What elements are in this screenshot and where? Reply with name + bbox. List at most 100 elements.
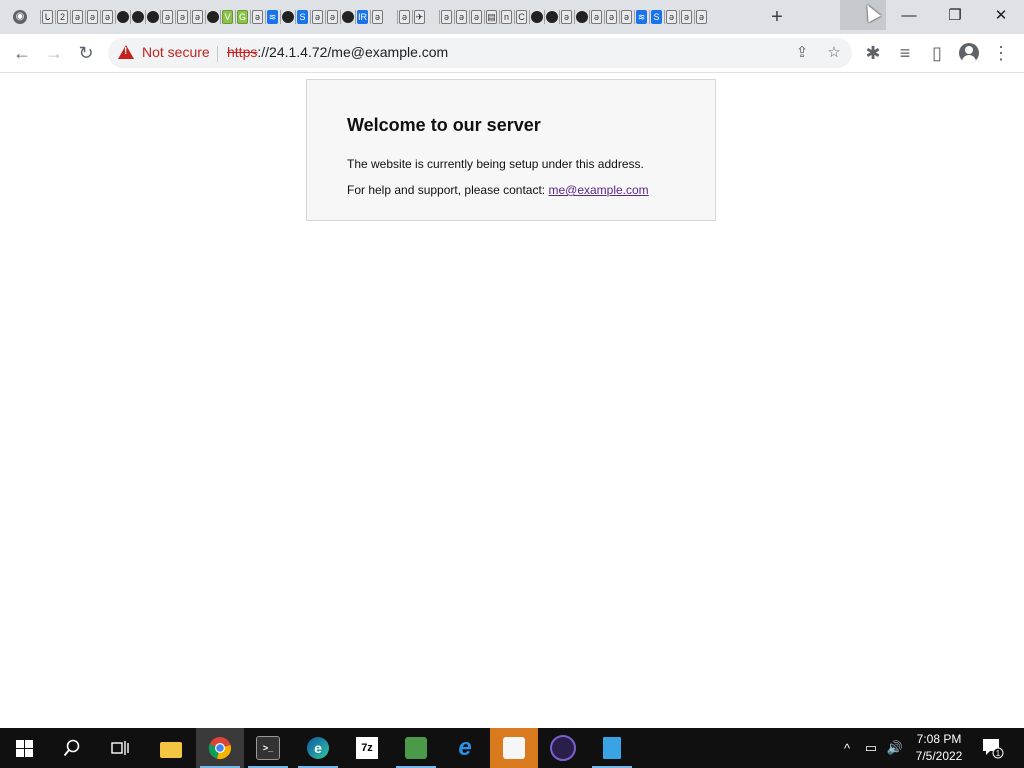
browser-tab[interactable]: G [235, 0, 250, 34]
browser-tab[interactable]: ə [100, 0, 115, 34]
puzzle-icon[interactable]: ✱ [858, 38, 888, 68]
volume-icon[interactable]: 🔊 [884, 728, 906, 768]
address-bar[interactable]: ! Not secure https://24.1.4.72/me@exampl… [108, 38, 852, 68]
media-control-icon[interactable]: ≡ [890, 38, 920, 68]
browser-tab[interactable] [574, 0, 589, 34]
clock-date: 7/5/2022 [915, 749, 963, 763]
tab-favicon-icon: ə [681, 10, 692, 24]
browser-tab[interactable]: 2 [55, 0, 70, 34]
browser-tab[interactable]: ə [664, 0, 679, 34]
network-icon[interactable]: ▭ [860, 728, 882, 768]
tab-active[interactable]: ◉ [0, 0, 40, 34]
tab-favicon-icon: ə [696, 10, 707, 24]
start-button[interactable] [0, 728, 48, 768]
tab-favicon-icon: ə [162, 10, 173, 24]
browser-tab[interactable]: IR [355, 0, 370, 34]
tab-favicon-icon [341, 11, 354, 23]
browser-tab[interactable]: ə [604, 0, 619, 34]
tab-favicon-icon: ə [606, 10, 617, 24]
browser-tab[interactable]: ə [160, 0, 175, 34]
new-tab-button[interactable]: + [765, 4, 789, 30]
browser-tab[interactable] [544, 0, 559, 34]
reload-button[interactable]: ↻ [71, 38, 101, 68]
browser-tab[interactable]: ə [250, 0, 265, 34]
browser-tab[interactable]: ə [559, 0, 574, 34]
browser-tab[interactable]: ə [619, 0, 634, 34]
7zip-icon[interactable]: 7z [343, 728, 391, 768]
tab-favicon-icon: ə [252, 10, 263, 24]
forward-button[interactable]: → [39, 38, 69, 68]
minimize-button[interactable]: — [886, 0, 932, 30]
eclipse-tool-icon[interactable] [539, 728, 587, 768]
tab-favicon-icon [530, 11, 543, 23]
tab-group: ᒐ 2 ə ə ə ə ə ə V Gə ≋ Sə ə IR ə [40, 0, 385, 34]
internet-explorer-icon[interactable]: e [441, 728, 489, 768]
network-tool-icon[interactable] [392, 728, 440, 768]
terminal-icon[interactable]: >_ [244, 728, 292, 768]
contact-email-link[interactable]: me@example.com [548, 183, 648, 197]
back-button[interactable]: ← [7, 38, 37, 68]
search-icon[interactable] [48, 728, 96, 768]
restore-button[interactable]: ❐ [932, 0, 978, 30]
browser-tab[interactable]: ə [694, 0, 709, 34]
profile-avatar-icon[interactable] [954, 38, 984, 68]
tab-favicon-icon: V [222, 10, 233, 24]
tab-favicon-icon: ə [327, 10, 338, 24]
tab-group: ə ə ə ▤ n Cə ə ə ə ≋ Sə ə ə [439, 0, 709, 34]
notepad-icon[interactable] [588, 728, 636, 768]
browser-tab[interactable]: ✈ [412, 0, 427, 34]
tab-favicon-icon: ə [87, 10, 98, 24]
browser-tab[interactable]: ə [679, 0, 694, 34]
browser-tab[interactable]: S [295, 0, 310, 34]
task-view-icon[interactable] [96, 728, 144, 768]
url-text[interactable]: https://24.1.4.72/me@example.com [227, 44, 448, 60]
browser-tab[interactable]: ə [454, 0, 469, 34]
browser-tab[interactable]: ə [439, 0, 454, 34]
windows-logo-icon [15, 739, 33, 757]
tab-strip: ◉ ᒐ 2 ə ə ə ə ə ə V Gə ≋ Sə ə IR ə ə ✈ ə ə ə ▤ n Cə ə ə ə ≋ Sə ə ə [0, 0, 709, 34]
browser-tab[interactable]: ə [589, 0, 604, 34]
browser-tab[interactable]: ə [190, 0, 205, 34]
browser-tab[interactable] [340, 0, 355, 34]
browser-tab[interactable]: ə [325, 0, 340, 34]
browser-tab[interactable] [130, 0, 145, 34]
tab-favicon-icon [545, 11, 558, 23]
browser-tab[interactable]: ə [469, 0, 484, 34]
security-indicator[interactable]: Not secure [142, 44, 210, 60]
notification-center-icon[interactable]: 1 [980, 736, 1004, 760]
side-panel-icon[interactable]: ▯ [922, 38, 952, 68]
browser-tab[interactable] [280, 0, 295, 34]
browser-tab[interactable]: S [649, 0, 664, 34]
star-icon[interactable]: ☆ [824, 43, 844, 63]
browser-tab[interactable]: ə [370, 0, 385, 34]
browser-tab[interactable] [115, 0, 130, 34]
menu-button[interactable]: ⋮ [986, 38, 1016, 68]
edge-icon[interactable]: e [294, 728, 342, 768]
browser-tab[interactable]: V [220, 0, 235, 34]
browser-tab[interactable]: ≋ [265, 0, 280, 34]
close-button[interactable]: ✕ [978, 0, 1024, 30]
security-tool-icon[interactable] [490, 728, 538, 768]
share-icon[interactable]: ⇪ [792, 43, 812, 63]
browser-tab[interactable]: ▤ [484, 0, 499, 34]
browser-tab[interactable]: ə [85, 0, 100, 34]
browser-tab[interactable]: ə [70, 0, 85, 34]
browser-tab[interactable]: ə [397, 0, 412, 34]
tray-overflow-chevron-icon[interactable]: ^ [838, 728, 856, 768]
browser-tab[interactable]: ≋ [634, 0, 649, 34]
browser-tab[interactable]: C [514, 0, 529, 34]
system-clock[interactable]: 7:08 PM 7/5/2022 [908, 731, 970, 765]
browser-tab[interactable] [145, 0, 160, 34]
file-explorer-icon[interactable] [147, 728, 195, 768]
tab-favicon-icon [206, 11, 219, 23]
tab-favicon-icon [281, 11, 294, 23]
tab-favicon-icon: ə [312, 10, 323, 24]
browser-tab[interactable] [205, 0, 220, 34]
browser-tab[interactable]: ə [175, 0, 190, 34]
chrome-icon[interactable] [196, 728, 244, 768]
globe-icon: ◉ [13, 10, 27, 24]
browser-tab[interactable]: ᒐ [40, 0, 55, 34]
browser-tab[interactable]: n [499, 0, 514, 34]
browser-tab[interactable]: ə [310, 0, 325, 34]
browser-tab[interactable] [529, 0, 544, 34]
